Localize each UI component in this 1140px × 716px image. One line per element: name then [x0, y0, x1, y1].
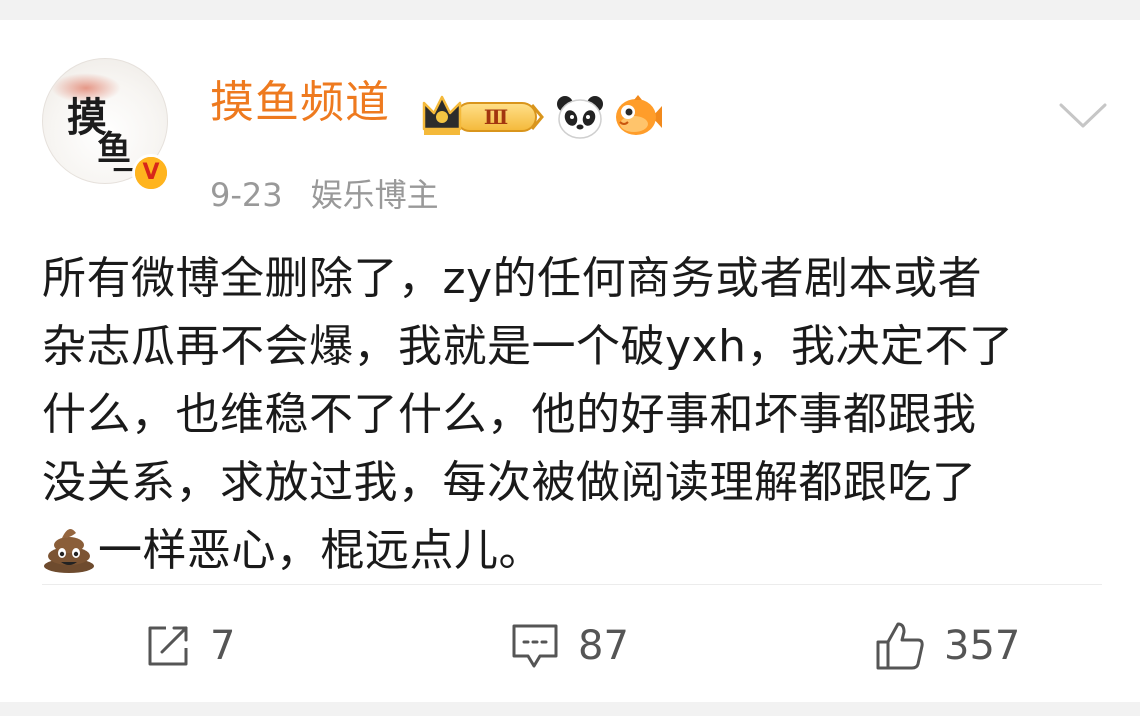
- like-count: 357: [944, 623, 1021, 669]
- verified-badge-icon: V: [132, 154, 170, 192]
- weibo-post-card: 摸 鱼 一 V 摸鱼频道 Ⅲ 9-23 娱乐博主 所有微博全删除了，zy的任何商…: [0, 20, 1140, 702]
- panda-icon: [557, 96, 603, 139]
- post-date: 9-23: [210, 176, 283, 214]
- fish-icon: [616, 95, 662, 135]
- chevron-down-icon[interactable]: [1058, 100, 1108, 130]
- post-line-3: 什么，也维稳不了什么，他的好事和坏事都跟我: [42, 389, 977, 440]
- vip-level-text: Ⅲ: [484, 105, 508, 129]
- thumbs-up-icon: [876, 622, 924, 670]
- username[interactable]: 摸鱼频道: [210, 75, 390, 131]
- share-count: 7: [210, 623, 236, 669]
- post-line-1: 所有微博全删除了，zy的任何商务或者剧本或者: [42, 253, 983, 304]
- share-button[interactable]: 7: [144, 620, 235, 672]
- post-line-5: 一样恶心，棍远点儿。: [42, 517, 1102, 585]
- share-icon: [148, 626, 188, 666]
- post-content: 所有微博全删除了，zy的任何商务或者剧本或者 杂志瓜再不会爆，我就是一个破yxh…: [42, 245, 1102, 585]
- post-line-4: 没关系，求放过我，每次被做阅读理解都跟吃了: [42, 457, 977, 508]
- post-line-2: 杂志瓜再不会爆，我就是一个破yxh，我决定不了: [42, 321, 1014, 372]
- crown-badge-icon[interactable]: Ⅲ: [420, 93, 544, 139]
- divider: [42, 584, 1102, 585]
- comment-count: 87: [578, 623, 629, 669]
- poop-emoji-icon: [44, 529, 94, 573]
- post-meta: 9-23 娱乐博主: [210, 170, 439, 216]
- comment-icon: [512, 624, 558, 668]
- comment-button[interactable]: 87: [510, 620, 629, 672]
- like-button[interactable]: 357: [874, 620, 1020, 672]
- author-category: 娱乐博主: [310, 176, 439, 214]
- verified-badge-label: V: [135, 157, 167, 189]
- post-line-5-text: 一样恶心，棍远点儿。: [98, 525, 543, 576]
